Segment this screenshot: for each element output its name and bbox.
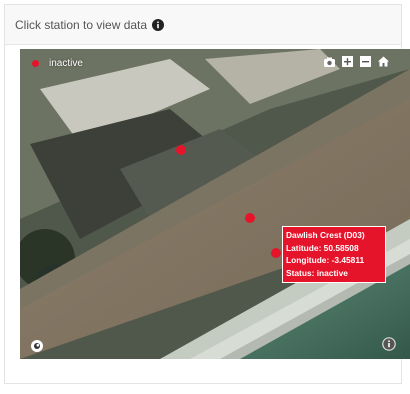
tooltip-latitude: Latitude: 50.58508 (286, 242, 359, 253)
info-circle-icon[interactable] (152, 18, 165, 31)
legend-label: inactive (49, 58, 83, 69)
camera-icon[interactable] (323, 55, 336, 68)
satellite-imagery (20, 49, 410, 359)
tooltip-station-name: Dawlish Crest (D03) (286, 230, 365, 240)
home-icon[interactable] (377, 55, 390, 68)
station-marker[interactable] (271, 248, 281, 258)
panel-header: Click station to view data (5, 5, 401, 45)
map-toolbar (323, 55, 390, 68)
tooltip-longitude: Longitude: -3.45811 (286, 255, 365, 266)
satellite-map[interactable]: inactive Dawlish Crest (D03) Latitude: 5… (20, 49, 410, 359)
zoom-out-icon[interactable] (359, 55, 372, 68)
map-instruction: Click station to view data (15, 17, 148, 32)
map-legend: inactive (32, 58, 83, 69)
zoom-in-icon[interactable] (341, 55, 354, 68)
info-icon[interactable] (382, 337, 396, 351)
tooltip-status: Status: inactive (286, 267, 348, 278)
legend-marker-swatch (32, 60, 39, 67)
station-marker[interactable] (245, 213, 255, 223)
station-marker[interactable] (176, 145, 186, 155)
station-tooltip: Dawlish Crest (D03) Latitude: 50.58508 L… (282, 226, 386, 284)
mapbox-logo-icon[interactable] (30, 339, 44, 353)
